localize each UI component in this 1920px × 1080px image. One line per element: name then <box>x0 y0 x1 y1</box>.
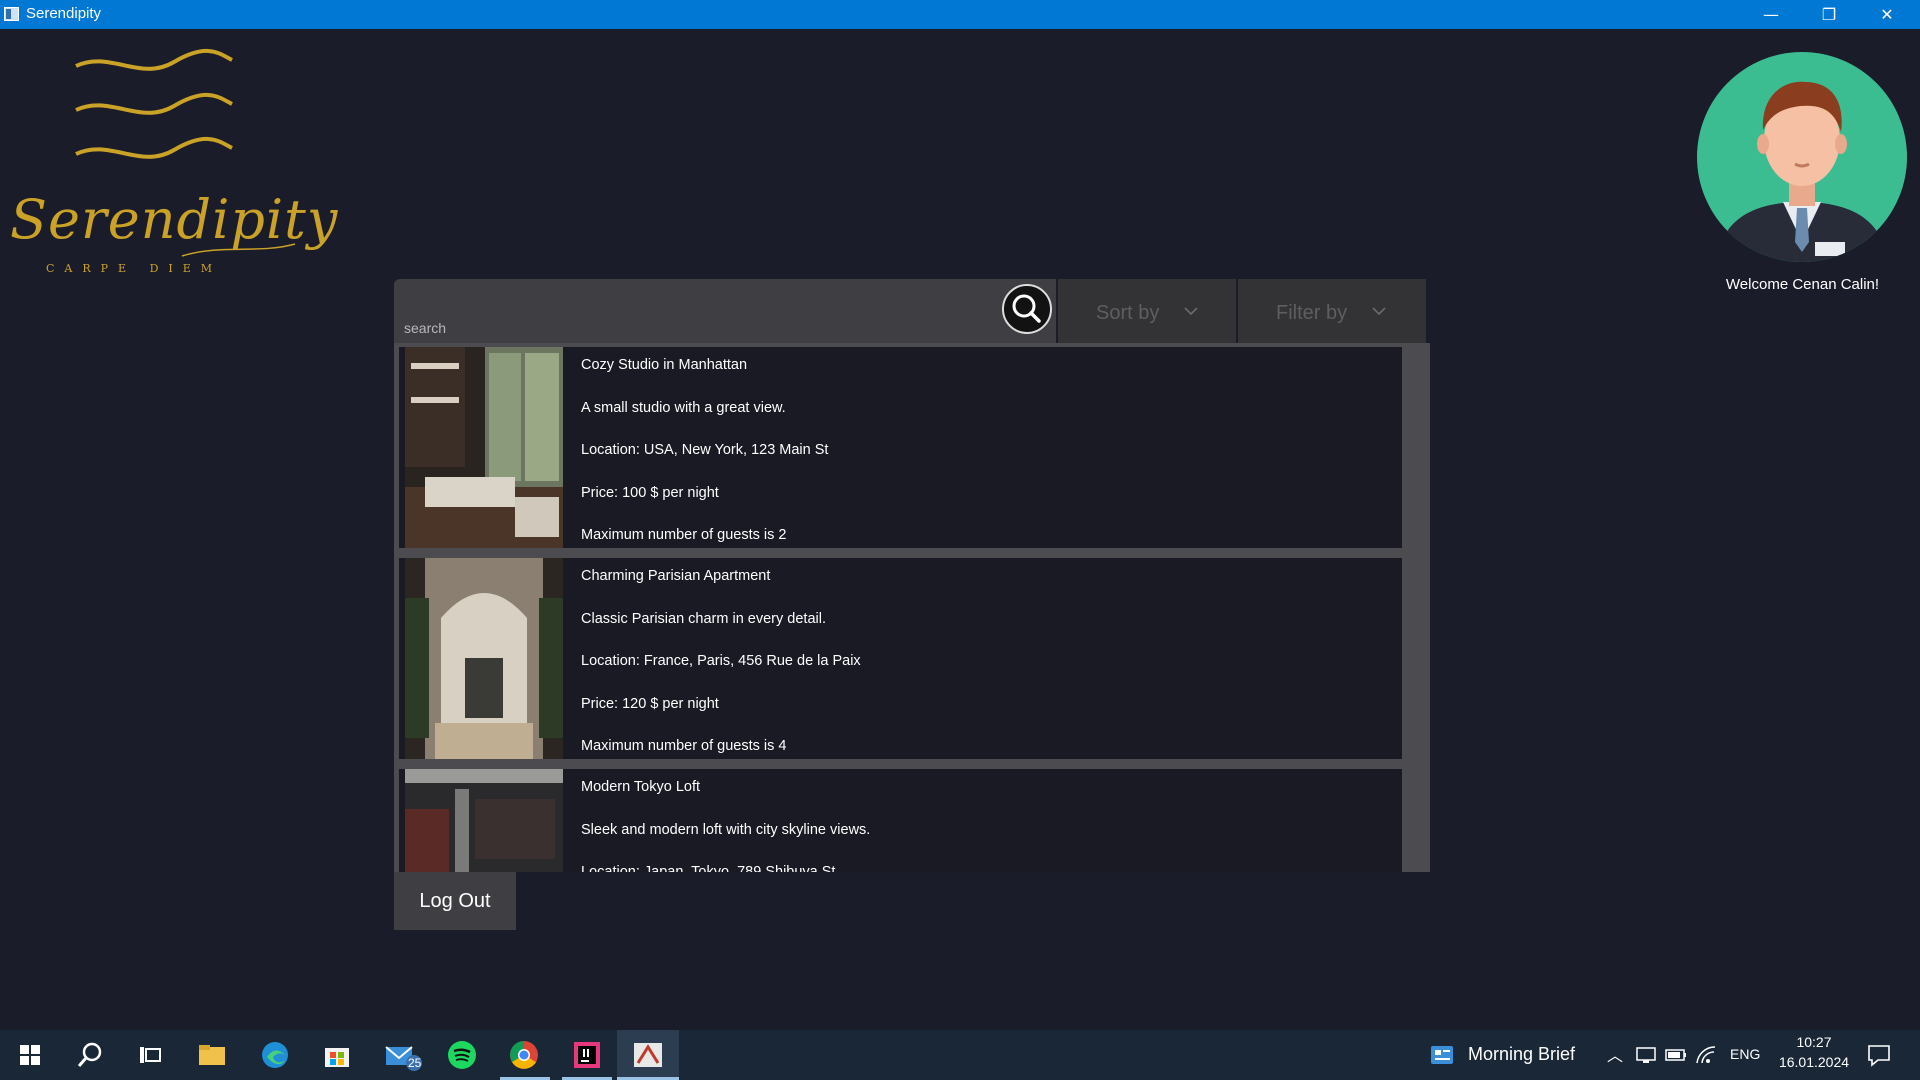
listing-photo <box>405 769 563 872</box>
serendipity-logo: Serendipity CARPE DIEM <box>0 40 337 290</box>
maximize-button[interactable]: ❐ <box>1800 0 1858 29</box>
edge-browser-icon[interactable] <box>259 1039 291 1071</box>
task-view-icon[interactable] <box>134 1039 166 1071</box>
waves-icon <box>75 48 233 159</box>
app-icon <box>4 7 19 21</box>
sort-label: Sort by <box>1096 302 1160 324</box>
listing-details: Cozy Studio in Manhattan A small studio … <box>581 355 828 568</box>
title-bar: Serendipity — ❐ ✕ <box>0 0 1920 29</box>
listing-details: Charming Parisian Apartment Classic Pari… <box>581 566 861 779</box>
listing-location: Location: France, Paris, 456 Rue de la P… <box>581 653 861 669</box>
search-bar <box>394 279 1056 343</box>
chevron-up-icon[interactable]: ︿ <box>1607 1042 1623 1066</box>
clock-date: 16.01.2024 <box>1778 1054 1850 1070</box>
chevron-down-icon <box>1184 307 1198 316</box>
filter-dropdown[interactable]: Filter by <box>1238 279 1426 343</box>
store-icon[interactable] <box>321 1039 353 1071</box>
search-button[interactable] <box>1002 284 1052 334</box>
listing-price: Price: 100 $ per night <box>581 484 719 501</box>
clock[interactable]: 10:27 16.01.2024 <box>1774 1034 1854 1070</box>
search-icon <box>1012 294 1041 323</box>
listing-card[interactable]: Cozy Studio in Manhattan A small studio … <box>397 345 1404 550</box>
search-icon[interactable] <box>74 1039 106 1071</box>
chrome-icon[interactable] <box>508 1039 540 1071</box>
java-app-icon <box>634 1043 662 1067</box>
chevron-down-icon <box>1372 307 1386 316</box>
windows-start-icon[interactable] <box>14 1039 46 1071</box>
listing-description: Classic Parisian charm in every detail. <box>581 610 826 627</box>
listing-card[interactable]: Modern Tokyo Loft Sleek and modern loft … <box>397 767 1404 872</box>
logo-tagline: CARPE DIEM <box>46 262 223 275</box>
serendipity-taskbar-item[interactable] <box>617 1030 679 1080</box>
listings-list[interactable]: Cozy Studio in Manhattan A small studio … <box>394 343 1430 872</box>
notifications-icon[interactable] <box>1866 1039 1892 1071</box>
listing-price: Price: 120 $ per night <box>581 695 719 712</box>
close-button[interactable]: ✕ <box>1858 0 1916 29</box>
listing-description: Sleek and modern loft with city skyline … <box>581 821 871 838</box>
listing-name: Cozy Studio in Manhattan <box>581 357 748 373</box>
network-monitor-icon[interactable] <box>1634 1039 1658 1071</box>
listing-photo <box>405 558 563 759</box>
filter-label: Filter by <box>1276 302 1348 324</box>
search-input[interactable] <box>404 317 964 339</box>
file-explorer-icon[interactable] <box>196 1039 228 1071</box>
minimize-button[interactable]: — <box>1742 0 1800 29</box>
clock-time: 10:27 <box>1796 1034 1832 1050</box>
listing-name: Charming Parisian Apartment <box>581 568 771 584</box>
battery-icon[interactable] <box>1664 1039 1688 1071</box>
spotify-icon[interactable] <box>446 1039 478 1071</box>
listing-name: Modern Tokyo Loft <box>581 779 701 795</box>
listing-details: Modern Tokyo Loft Sleek and modern loft … <box>581 777 870 872</box>
mail-badge: 25 <box>408 1056 422 1070</box>
listing-photo <box>405 347 563 548</box>
listing-location: Location: Japan, Tokyo, 789 Shibuya St <box>581 864 836 872</box>
listing-description: A small studio with a great view. <box>581 399 786 416</box>
news-widget-label[interactable]: Morning Brief <box>1468 1044 1575 1065</box>
welcome-message: Welcome Cenan Calin! <box>1725 276 1880 293</box>
news-widget-icon[interactable] <box>1426 1039 1458 1071</box>
avatar[interactable] <box>1697 52 1907 262</box>
wifi-icon[interactable] <box>1694 1039 1718 1071</box>
businessman-avatar-icon <box>1717 81 1887 262</box>
sort-dropdown[interactable]: Sort by <box>1058 279 1236 343</box>
language-indicator[interactable]: ENG <box>1730 1046 1760 1062</box>
taskbar: 25 Morning Brief ︿ ENG 10:27 16.01.2024 <box>0 1030 1920 1080</box>
listing-card[interactable]: Charming Parisian Apartment Classic Pari… <box>397 556 1404 761</box>
window-title: Serendipity <box>26 5 102 22</box>
logout-button[interactable]: Log Out <box>394 872 516 930</box>
listing-location: Location: USA, New York, 123 Main St <box>581 442 829 458</box>
intellij-icon[interactable] <box>571 1039 603 1071</box>
